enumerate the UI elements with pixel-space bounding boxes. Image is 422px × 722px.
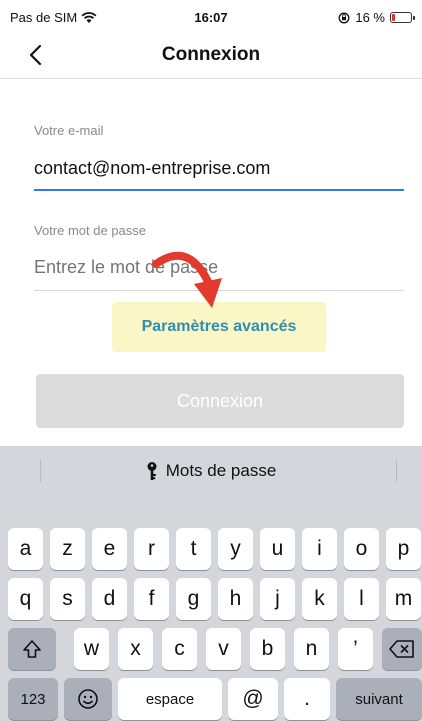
at-key[interactable]: @ — [228, 678, 278, 720]
password-label: Votre mot de passe — [34, 223, 147, 238]
password-suggestion[interactable]: Mots de passe — [0, 446, 422, 496]
key-o[interactable]: o — [344, 528, 379, 570]
suggestion-label: Mots de passe — [165, 461, 277, 480]
delete-icon — [389, 640, 414, 658]
key-h[interactable]: h — [218, 578, 253, 620]
key-i[interactable]: i — [302, 528, 337, 570]
email-label: Votre e-mail — [34, 123, 104, 138]
key-r[interactable]: r — [134, 528, 169, 570]
numbers-key[interactable]: 123 — [8, 678, 58, 720]
page-title: Connexion — [161, 44, 261, 65]
key-x[interactable]: x — [118, 628, 153, 670]
orientation-lock-icon — [338, 12, 350, 23]
shift-icon — [23, 640, 41, 658]
key-v[interactable]: v — [206, 628, 241, 670]
next-key[interactable]: suivant — [336, 678, 422, 720]
key-m[interactable]: m — [386, 578, 421, 620]
delete-key[interactable] — [382, 628, 422, 670]
key-y[interactable]: y — [218, 528, 253, 570]
space-key[interactable]: espace — [118, 678, 222, 720]
dot-key[interactable]: . — [284, 678, 330, 720]
keyboard: Mots de passe azertyuiop qsdfghjklm wxcv… — [0, 446, 422, 722]
key-f[interactable]: f — [134, 578, 169, 620]
key-t[interactable]: t — [176, 528, 211, 570]
key-w[interactable]: w — [74, 628, 109, 670]
key-u[interactable]: u — [260, 528, 295, 570]
key-apostrophe[interactable]: ’ — [338, 628, 373, 670]
status-bar: Pas de SIM 16:07 16 % — [0, 0, 422, 32]
key-b[interactable]: b — [250, 628, 285, 670]
key-l[interactable]: l — [344, 578, 379, 620]
key-e[interactable]: e — [92, 528, 127, 570]
key-p[interactable]: p — [386, 528, 421, 570]
shift-key[interactable] — [8, 628, 56, 670]
email-field[interactable] — [34, 151, 404, 185]
key-g[interactable]: g — [176, 578, 211, 620]
key-j[interactable]: j — [260, 578, 295, 620]
nav-bar: Connexion — [0, 32, 422, 79]
key-a[interactable]: a — [8, 528, 43, 570]
emoji-icon — [78, 689, 98, 709]
battery-icon — [390, 12, 415, 23]
key-d[interactable]: d — [92, 578, 127, 620]
login-button[interactable]: Connexion — [36, 374, 404, 428]
battery-percent: 16 % — [355, 10, 385, 25]
email-underline — [34, 189, 404, 191]
key-c[interactable]: c — [162, 628, 197, 670]
key-q[interactable]: q — [8, 578, 43, 620]
key-s[interactable]: s — [50, 578, 85, 620]
annotation-arrow-icon — [152, 251, 222, 308]
emoji-key[interactable] — [64, 678, 112, 720]
status-right: 16 % — [338, 10, 415, 25]
key-icon — [147, 462, 157, 480]
key-z[interactable]: z — [50, 528, 85, 570]
key-n[interactable]: n — [294, 628, 329, 670]
key-k[interactable]: k — [302, 578, 337, 620]
